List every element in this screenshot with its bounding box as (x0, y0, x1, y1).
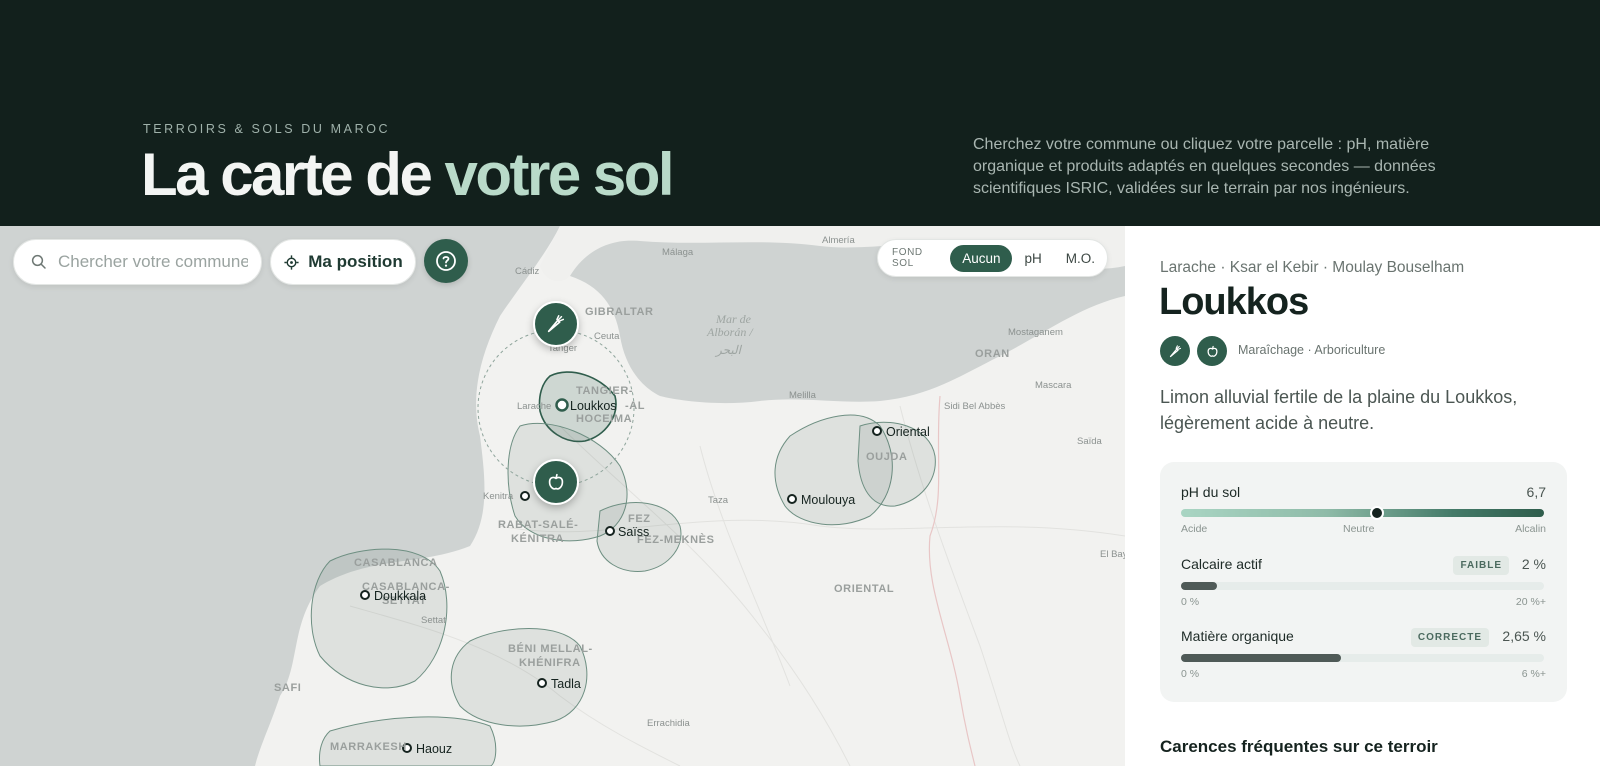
mo-badge: CORRECTE (1410, 628, 1489, 647)
crosshair-icon (284, 254, 299, 270)
terroir-label[interactable]: Moulouya (801, 493, 855, 507)
label-rabat-1: RABAT-SALÉ- (498, 518, 578, 531)
mo-value: 2,65 % (1502, 628, 1546, 644)
ph-gauge (1181, 506, 1544, 520)
label-fez: FEZ (628, 513, 651, 525)
carences-title: Carences fréquentes sur ce terroir (1160, 737, 1438, 756)
label-oriental-region: ORIENTAL (834, 583, 894, 595)
culture-chip-carrot (1160, 336, 1190, 366)
label-sea-2: Alborán / (706, 325, 754, 339)
label-ceuta: Ceuta (594, 331, 620, 342)
calcaire-bar-fill (1181, 582, 1218, 590)
mo-bar-fill (1181, 654, 1341, 662)
label-casablanca: CASABLANCA (354, 557, 438, 569)
layer-option-ph[interactable]: pH (1012, 245, 1053, 272)
terroir-label[interactable]: Oriental (886, 425, 930, 439)
ph-tick-alkaline: Alcalin (1515, 523, 1546, 535)
label-tangier-region-2: -AL (625, 400, 645, 412)
ph-tick-neutral: Neutre (1343, 523, 1375, 535)
locate-label: Ma position (308, 252, 403, 271)
label-marrakesh: MARRAKESH (330, 741, 407, 753)
label-rabat-2: KÉNITRA (511, 532, 564, 545)
layer-option-none[interactable]: Aucun (950, 244, 1013, 272)
label-el-bayadh: El Bay (1100, 549, 1125, 560)
mo-min: 0 % (1181, 668, 1200, 680)
help-button[interactable] (424, 239, 468, 283)
culture-chip-apple (1197, 336, 1227, 366)
terroir-label[interactable]: Tadla (551, 677, 581, 691)
terroir-label[interactable]: Saïss (618, 525, 649, 539)
search-input[interactable] (58, 252, 248, 272)
cultures-text: Maraîchage · Arboriculture (1238, 343, 1386, 357)
calcaire-badge: FAIBLE (1453, 556, 1509, 575)
terroir-description: Limon alluvial fertile de la plaine du L… (1160, 387, 1518, 433)
label-tangier-region-3: HOCEIMA (576, 413, 632, 425)
label-melilla: Melilla (789, 390, 817, 401)
search-bar[interactable] (13, 239, 262, 285)
apple-icon (1206, 345, 1218, 357)
label-errachidia: Errachidia (647, 718, 690, 729)
label-mostaganem: Mostaganem (1008, 327, 1063, 338)
label-mascara: Mascara (1035, 380, 1072, 391)
calcaire-min: 0 % (1181, 596, 1200, 608)
label-beni-1: BÉNI MELLAL- (508, 642, 593, 655)
locate-button[interactable]: Ma position (270, 239, 416, 285)
breadcrumb: Larache · Ksar el Kebir · Moulay Bouselh… (1160, 259, 1465, 276)
label-safi: SAFI (274, 682, 301, 694)
mo-bar (1181, 654, 1544, 662)
mo-max: 6 %+ (1521, 668, 1546, 680)
layer-switcher: FOND SOL Aucun pH M.O. (877, 239, 1108, 277)
label-sidi-bel-abbes: Sidi Bel Abbès (944, 401, 1006, 412)
label-almeria: Almería (822, 235, 855, 246)
ph-tick-acid: Acide (1181, 523, 1208, 535)
soil-metrics-card: pH du sol 6,7 Acide Neutre Alcalin Calca… (1160, 462, 1567, 702)
calcaire-value: 2 % (1521, 556, 1546, 572)
title-main: La carte de (141, 141, 445, 208)
terroir-label[interactable]: Haouz (416, 742, 452, 756)
label-saida: Saïda (1077, 436, 1103, 447)
eyebrow: TERROIRS & SOLS DU MAROC (143, 122, 391, 136)
mo-label: Matière organique (1181, 628, 1294, 644)
calcaire-max: 20 %+ (1515, 596, 1546, 608)
label-gibraltar: GIBRALTAR (585, 306, 654, 318)
apple-marker[interactable] (533, 459, 579, 505)
label-beni-2: KHÉNIFRA (519, 656, 581, 669)
carrot-marker[interactable] (533, 301, 579, 347)
intro-text: Cherchez votre commune ou cliquez votre … (973, 136, 1436, 197)
page-title: La carte de votre sol (141, 140, 675, 209)
calcaire-label: Calcaire actif (1181, 556, 1262, 572)
label-oujda: OUJDA (866, 451, 908, 463)
title-accent: votre sol (444, 141, 675, 208)
label-sea-1: Mar de (715, 312, 752, 326)
help-icon (436, 251, 456, 271)
hero-header: TERROIRS & SOLS DU MAROC La carte de vot… (0, 0, 1600, 226)
apple-icon (548, 473, 564, 490)
terroir-label[interactable]: Loukkos (570, 399, 617, 413)
label-larache: Larache (517, 401, 551, 412)
label-taza: Taza (708, 495, 729, 506)
carrot-icon (1169, 344, 1181, 357)
terroir-panel: Larache · Ksar el Kebir · Moulay Bouselh… (1125, 226, 1600, 766)
label-malaga: Málaga (662, 247, 694, 258)
label-oran: ORAN (975, 348, 1010, 360)
carrot-icon (547, 315, 565, 333)
ph-value: 6,7 (1526, 484, 1546, 500)
label-tangier-region-1: TANGIER- (576, 385, 633, 397)
terroir-label[interactable]: Doukkala (374, 589, 426, 603)
map-canvas[interactable]: Málaga Almería Cádiz Ceuta Tanger Larach… (0, 226, 1125, 766)
ph-marker (1370, 506, 1385, 520)
label-cadiz: Cádiz (515, 266, 540, 277)
border-line (928, 395, 976, 766)
search-icon (31, 254, 46, 269)
label-sea-3: البحر (714, 343, 743, 357)
layer-switcher-label: FOND SOL (892, 247, 923, 269)
ph-label: pH du sol (1181, 484, 1241, 500)
calcaire-bar (1181, 582, 1544, 590)
label-kenitra: Kenitra (483, 491, 514, 502)
terroir-name: Loukkos (1159, 281, 1309, 323)
label-settat: Settat (421, 615, 446, 626)
layer-option-mo[interactable]: M.O. (1054, 245, 1107, 272)
